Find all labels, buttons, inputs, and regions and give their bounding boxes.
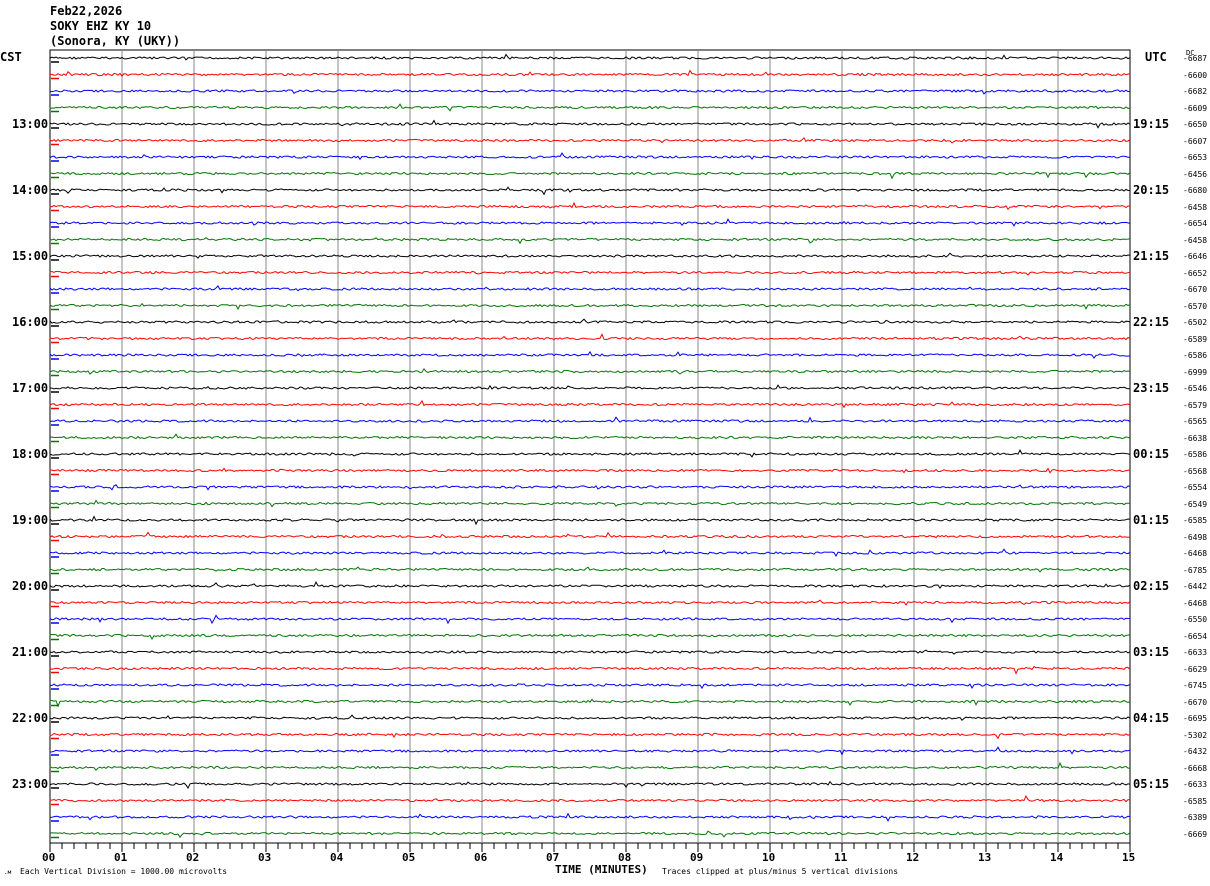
trace-line [49, 683, 1131, 690]
trace-line [49, 433, 1131, 440]
trace-line [49, 732, 1131, 740]
trace-line [49, 467, 1131, 474]
trace-line [49, 103, 1131, 112]
trace-line [49, 599, 1131, 606]
trace-line [49, 152, 1130, 161]
trace-line [49, 333, 1131, 341]
trace-line [49, 812, 1131, 822]
x-axis-title: TIME (MINUTES) [555, 863, 648, 876]
trace-line [49, 302, 1131, 311]
trace-line [49, 614, 1131, 625]
trace-line [49, 201, 1130, 211]
trace-line [49, 499, 1131, 508]
logo-mark: .м [4, 869, 12, 876]
trace-line [49, 384, 1131, 390]
helicorder-plot [49, 49, 1131, 852]
trace-line [49, 53, 1131, 61]
trace-line [49, 285, 1131, 292]
trace-line [49, 714, 1131, 721]
trace-line [49, 761, 1130, 771]
trace-line [49, 171, 1131, 180]
clip-note: Traces clipped at plus/minus 5 vertical … [662, 867, 899, 876]
plot-frame [49, 49, 1131, 844]
trace-line [49, 350, 1131, 359]
trace-line [49, 698, 1131, 708]
scale-note: Each Vertical Division = 1000.00 microvo… [20, 867, 228, 876]
trace-line [49, 137, 1131, 144]
trace-line [49, 580, 1131, 589]
trace-line [49, 515, 1131, 526]
trace-line [49, 237, 1131, 245]
trace-line [49, 548, 1131, 558]
trace-line [49, 665, 1131, 675]
trace-line [49, 119, 1131, 129]
trace-line [49, 830, 1131, 839]
trace-line [49, 69, 1131, 77]
trace-line [49, 252, 1131, 259]
trace-line [49, 89, 1131, 95]
trace-line [49, 746, 1131, 756]
trace-line [49, 270, 1131, 276]
trace-line [49, 318, 1131, 324]
trace-line [49, 649, 1131, 655]
trace-line [49, 416, 1131, 423]
trace-line [49, 399, 1131, 409]
trace-line [49, 368, 1131, 375]
trace-line [49, 218, 1131, 227]
trace-line [49, 566, 1131, 573]
trace-line [49, 449, 1131, 458]
trace-line [49, 780, 1131, 790]
trace-line [49, 186, 1130, 196]
trace-line [49, 484, 1131, 491]
trace-line [49, 795, 1131, 803]
trace-line [49, 531, 1131, 539]
trace-line [49, 633, 1131, 640]
